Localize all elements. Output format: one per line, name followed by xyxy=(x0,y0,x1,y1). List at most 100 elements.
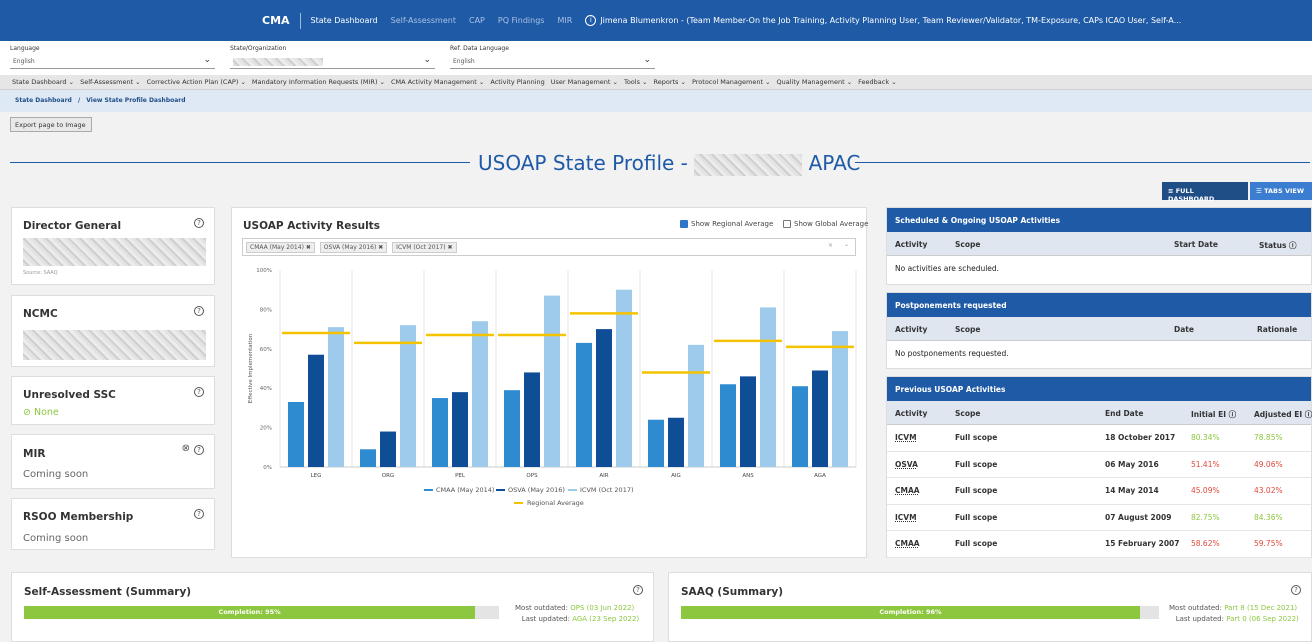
title-rule-right xyxy=(855,162,1310,163)
activity-cell[interactable]: CMAA xyxy=(895,486,920,495)
help-icon[interactable]: ? xyxy=(633,585,643,595)
menu-item[interactable]: Self-Assessment ⌄ xyxy=(80,78,141,86)
eye-off-icon[interactable]: ⊗ xyxy=(182,443,190,454)
help-icon[interactable]: ? xyxy=(194,445,204,455)
title-suffix: APAC xyxy=(808,151,861,175)
language-value: English xyxy=(13,58,35,65)
help-icon[interactable]: ? xyxy=(194,387,204,397)
bar-aig-series-2 xyxy=(688,344,704,467)
state-select[interactable]: ⌄ xyxy=(230,54,435,69)
redacted-ncmc xyxy=(23,330,206,360)
help-icon[interactable]: ? xyxy=(194,218,204,228)
state-label: State/Organization xyxy=(230,45,287,52)
bar-pel-series-0 xyxy=(432,398,448,467)
export-image-button[interactable]: Export page to Image xyxy=(10,117,92,132)
initial-ei-cell: 51.41% xyxy=(1191,459,1220,469)
activity-cell[interactable]: ICVM xyxy=(895,513,917,522)
card-title: Director General xyxy=(23,220,122,232)
clear-icon[interactable]: × xyxy=(828,242,833,249)
col-scope: Scope xyxy=(955,240,981,249)
brand-logo[interactable]: CMA xyxy=(262,14,290,27)
menu-item[interactable]: Mandatory Information Requests (MIR) ⌄ xyxy=(252,78,385,86)
col-initial-ei: Initial EI ⓘ xyxy=(1191,410,1237,419)
activity-cell[interactable]: CMAA xyxy=(895,539,920,548)
rsoo-card: RSOO Membership ? Coming soon xyxy=(11,498,215,550)
nav-mir[interactable]: MIR xyxy=(557,16,572,25)
help-icon[interactable]: ? xyxy=(194,509,204,519)
adjusted-ei-cell: 59.75% xyxy=(1254,539,1283,548)
nav-state-dashboard[interactable]: State Dashboard xyxy=(311,16,378,25)
col-rationale: Rationale xyxy=(1257,325,1298,334)
help-icon[interactable]: ? xyxy=(194,306,204,316)
x-tick-label: ORG xyxy=(382,473,394,479)
menu-item[interactable]: Protocol Management ⌄ xyxy=(692,78,771,86)
global-average-checkbox[interactable]: Show Global Average xyxy=(783,220,868,228)
refdata-select[interactable]: English ⌄ xyxy=(450,54,655,69)
chevron-down-icon[interactable]: ⌄ xyxy=(844,241,849,248)
menu-item[interactable]: Corrective Action Plan (CAP) ⌄ xyxy=(147,78,246,86)
source-note: Source: SAAQ xyxy=(23,270,58,276)
tag-chip[interactable]: OSVA (May 2016) ✖ xyxy=(319,242,388,253)
bar-pel-series-2 xyxy=(472,321,488,467)
user-name[interactable]: Jimena Blumenkron - (Team Member-On the … xyxy=(600,16,1181,25)
activity-results-card: USOAP Activity Results Show Regional Ave… xyxy=(231,207,868,558)
ssc-value: None xyxy=(33,407,59,418)
breadcrumb-root[interactable]: State Dashboard xyxy=(15,97,72,104)
updated-label: Last updated: xyxy=(521,615,570,623)
updated-value[interactable]: Part 0 (06 Sep 2022) xyxy=(1226,615,1299,623)
user-icon[interactable]: i xyxy=(585,15,597,26)
help-icon[interactable]: ? xyxy=(1291,585,1301,595)
tag-chip[interactable]: CMAA (May 2014) ✖ xyxy=(246,242,315,253)
y-axis-label: Effective Implementation xyxy=(248,333,254,403)
list-icon: ☰ xyxy=(1256,187,1265,195)
activity-cell[interactable]: ICVM xyxy=(895,433,917,442)
table-header: Activity Scope End Date Initial EI ⓘ Adj… xyxy=(887,401,1312,425)
legend-label: CMAA (May 2014) xyxy=(436,486,494,494)
scope-cell: Full scope xyxy=(955,539,998,548)
menu-item[interactable]: State Dashboard ⌄ xyxy=(12,78,74,86)
postponements-panel: Postponements requested Activity Scope D… xyxy=(886,292,1312,369)
col-adjusted-ei: Adjusted EI ⓘ xyxy=(1254,410,1312,419)
table-row: OSVA Full scope 06 May 2016 51.41% 49.06% xyxy=(887,452,1311,478)
tabs-view-label: TABS VIEW xyxy=(1264,187,1305,195)
menu-item[interactable]: Reports ⌄ xyxy=(654,78,686,86)
outdated-value[interactable]: OPS (03 Jun 2022) xyxy=(570,604,634,612)
bar-ops-series-1 xyxy=(524,372,540,467)
menu-item[interactable]: Activity Planning xyxy=(490,78,544,86)
previous-activities-rows: ICVM Full scope 18 October 2017 80.34% 78.85… xyxy=(887,425,1311,558)
outdated-value[interactable]: Part 8 (15 Dec 2021) xyxy=(1224,604,1297,612)
chevron-down-icon: ⌄ xyxy=(203,55,211,65)
x-tick-label: LEG xyxy=(311,473,322,479)
table-header: Activity Scope Start Date Status ⓘ xyxy=(887,232,1311,256)
breadcrumb-separator: / xyxy=(77,97,81,104)
language-select[interactable]: English ⌄ xyxy=(10,54,215,69)
nav-cap[interactable]: CAP xyxy=(469,16,485,25)
activity-multiselect[interactable]: CMAA (May 2014) ✖ OSVA (May 2016) ✖ ICVM… xyxy=(242,238,856,256)
menu-item[interactable]: User Management ⌄ xyxy=(551,78,618,86)
activity-cell[interactable]: OSVA xyxy=(895,460,918,469)
col-adjusted-label: Adjusted EI xyxy=(1254,410,1303,419)
scope-cell: Full scope xyxy=(955,433,998,442)
tabs-view-button[interactable]: ☰ TABS VIEW xyxy=(1250,182,1312,200)
menu-item[interactable]: Tools ⌄ xyxy=(624,78,648,86)
nav-pq-findings[interactable]: PQ Findings xyxy=(498,16,545,25)
regional-average-checkbox[interactable]: Show Regional Average xyxy=(680,220,773,228)
menu-item[interactable]: Feedback ⌄ xyxy=(858,78,896,86)
table-header: Activity Scope Date Rationale xyxy=(887,317,1311,341)
empty-message: No activities are scheduled. xyxy=(895,264,1000,273)
card-title: Unresolved SSC xyxy=(23,389,116,401)
completion-fill: Completion: 95% xyxy=(24,606,476,619)
col-status: Status ⓘ xyxy=(1259,241,1297,250)
full-dashboard-button[interactable]: ≋ FULL DASHBOARD xyxy=(1162,182,1248,203)
nav-self-assessment[interactable]: Self-Assessment xyxy=(391,16,456,25)
menu-item[interactable]: CMA Activity Management ⌄ xyxy=(391,78,484,86)
menu-item[interactable]: Quality Management ⌄ xyxy=(777,78,853,86)
x-tick-label: PEL xyxy=(455,473,466,479)
refdata-value: English xyxy=(453,58,475,65)
page-title: USOAP State Profile - APAC xyxy=(0,148,1312,178)
updated-value[interactable]: AGA (23 Sep 2022) xyxy=(572,615,639,623)
bar-air-series-1 xyxy=(596,329,612,467)
filter-bar: Language English ⌄ State/Organization ⌄ R… xyxy=(0,41,1312,75)
tag-chip[interactable]: ICVM (Oct 2017) ✖ xyxy=(392,242,457,253)
y-tick-label: 100% xyxy=(256,268,272,274)
